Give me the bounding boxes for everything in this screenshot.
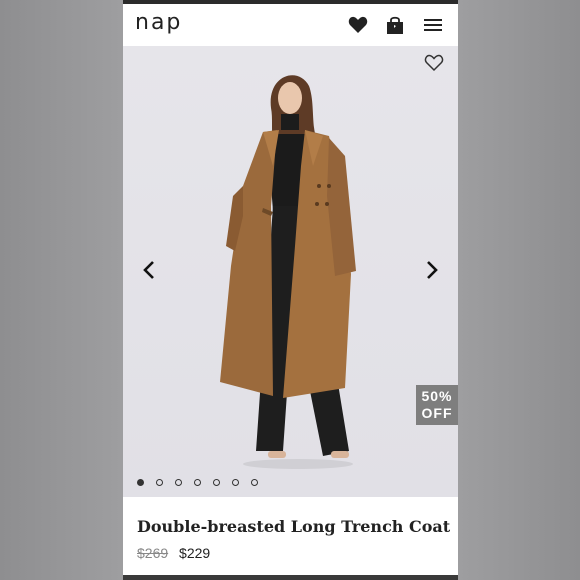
menu-icon[interactable] (422, 14, 444, 36)
price-row: $269 $229 (137, 545, 210, 561)
app-screen: nap 50% OFF Double-breasted Long Trench … (123, 0, 458, 580)
carousel-dot[interactable] (251, 479, 258, 486)
product-info: Double-breasted Long Trench Coat $269 $2… (123, 497, 458, 575)
brand-logo[interactable]: nap (135, 10, 182, 35)
carousel-dot[interactable] (232, 479, 239, 486)
header-bar: nap (123, 4, 458, 46)
original-price: $269 (137, 545, 169, 561)
discount-badge: 50% OFF (416, 385, 458, 425)
carousel-dot[interactable] (213, 479, 220, 486)
discount-off: OFF (421, 405, 453, 421)
carousel-dot[interactable] (175, 479, 182, 486)
carousel-dot[interactable] (156, 479, 163, 486)
discount-percent: 50% (421, 388, 453, 404)
carousel-dot[interactable] (194, 479, 201, 486)
shopping-bag-icon[interactable] (384, 14, 406, 36)
wishlist-heart-icon[interactable] (424, 54, 446, 74)
product-title[interactable]: Double-breasted Long Trench Coat (137, 517, 450, 536)
product-image (220, 75, 356, 469)
bottom-bar (123, 575, 458, 580)
carousel-dot[interactable] (137, 479, 144, 486)
heart-icon[interactable] (347, 14, 369, 36)
product-image-carousel[interactable]: 50% OFF (123, 46, 458, 497)
carousel-pagination (137, 479, 258, 486)
next-slide-arrow-icon[interactable] (422, 260, 440, 280)
sale-price: $229 (179, 545, 211, 561)
previous-slide-arrow-icon[interactable] (141, 260, 159, 280)
